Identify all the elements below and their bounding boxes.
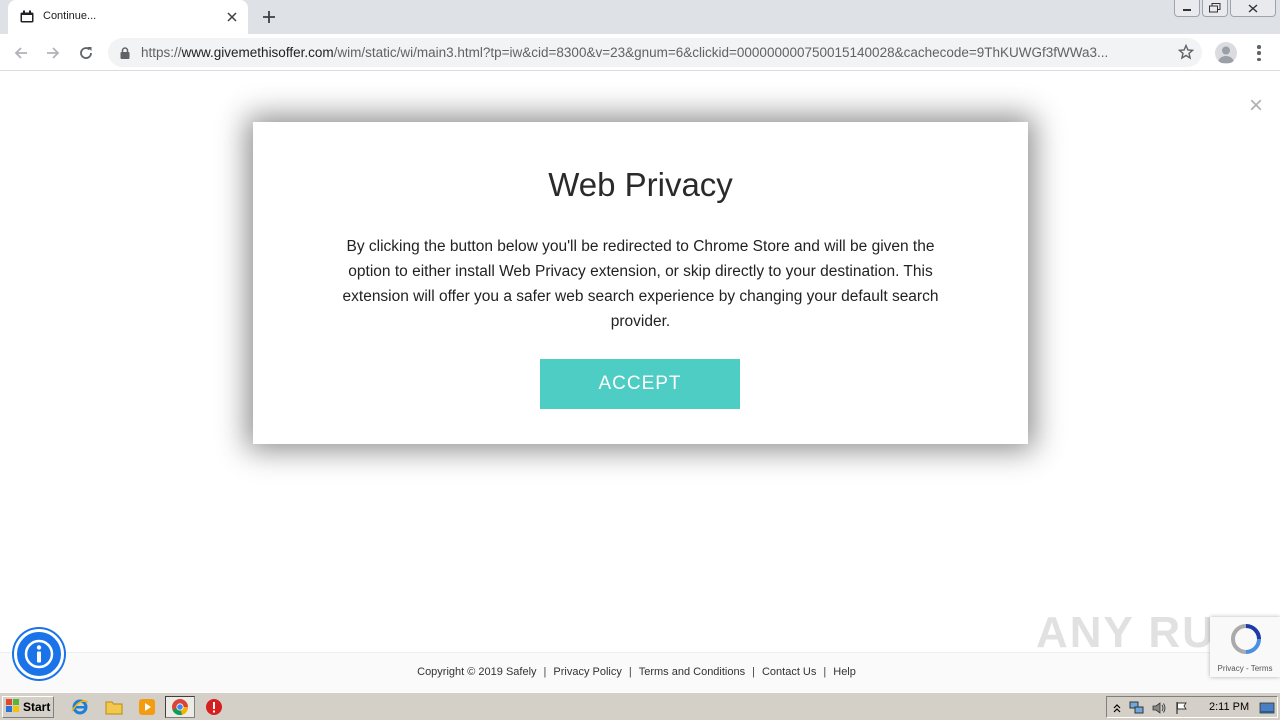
recaptcha-badge: Privacy - Terms — [1210, 617, 1280, 677]
reload-icon[interactable] — [73, 40, 99, 66]
lock-icon[interactable] — [120, 46, 130, 64]
show-desktop-icon[interactable] — [1259, 700, 1275, 716]
accept-button[interactable]: ACCEPT — [540, 359, 740, 409]
window-close-icon[interactable] — [1230, 0, 1276, 17]
network-icon[interactable] — [1129, 700, 1145, 716]
footer-link-privacy-policy[interactable]: Privacy Policy — [546, 666, 628, 678]
window-controls — [1174, 0, 1276, 18]
modal-description: By clicking the button below you'll be r… — [342, 238, 939, 330]
page-footer: Copyright © 2019 Safely | Privacy Policy | T… — [0, 652, 1280, 692]
page-content: × Web Privacy By clicking the button bel… — [0, 72, 1280, 692]
footer-link-contact[interactable]: Contact Us — [755, 666, 823, 678]
tray-expand-icon[interactable] — [1109, 700, 1125, 716]
tab-title: Continue... — [43, 10, 97, 22]
system-tray: 2:11 PM — [1106, 696, 1278, 718]
bookmark-star-icon[interactable] — [1177, 43, 1195, 65]
browser-toolbar: https://www.givemethisoffer.com/wim/stat… — [0, 34, 1280, 71]
recaptcha-logo-icon — [1230, 623, 1262, 660]
taskbar-clock[interactable]: 2:11 PM — [1209, 701, 1249, 713]
volume-icon[interactable] — [1151, 700, 1167, 716]
action-center-flag-icon[interactable] — [1174, 700, 1190, 716]
footer-link-terms[interactable]: Terms and Conditions — [632, 666, 752, 678]
address-bar[interactable]: https://www.givemethisoffer.com/wim/stat… — [108, 38, 1202, 67]
profile-avatar-icon[interactable] — [1215, 42, 1237, 64]
url-text[interactable]: https://www.givemethisoffer.com/wim/stat… — [141, 45, 1161, 60]
web-privacy-modal: Web Privacy By clicking the button below… — [253, 122, 1028, 444]
url-scheme: https:// — [141, 45, 182, 60]
start-button[interactable]: Start — [2, 696, 54, 718]
page-close-icon[interactable]: × — [1246, 94, 1266, 118]
recaptcha-links[interactable]: Privacy - Terms — [1210, 664, 1280, 673]
footer-link-help[interactable]: Help — [826, 666, 863, 678]
chrome-taskbar-icon[interactable] — [165, 696, 195, 718]
browser-menu-icon[interactable] — [1250, 43, 1268, 63]
start-label: Start — [23, 700, 51, 714]
minimize-icon[interactable] — [1174, 0, 1200, 17]
url-path: /wim/static/wi/main3.html?tp=iw&cid=8300… — [333, 45, 1109, 60]
tab-close-icon[interactable] — [224, 9, 240, 25]
forward-arrow-icon[interactable] — [40, 40, 66, 66]
media-player-icon[interactable] — [137, 697, 157, 717]
restore-icon[interactable] — [1202, 0, 1228, 17]
browser-tab[interactable]: Continue... — [8, 0, 248, 34]
back-arrow-icon[interactable] — [8, 40, 34, 66]
new-tab-icon[interactable] — [260, 8, 278, 26]
browser-tabstrip: Continue... — [0, 0, 1280, 34]
windows-logo-icon — [6, 699, 20, 715]
stop-sign-icon[interactable] — [204, 697, 224, 717]
page-favicon-icon — [20, 10, 34, 23]
info-icon[interactable] — [14, 629, 64, 679]
footer-copyright: Copyright © 2019 Safely — [417, 666, 537, 678]
url-host: www.givemethisoffer.com — [181, 45, 334, 60]
footer-links: Copyright © 2019 Safely | Privacy Policy | T… — [0, 666, 1280, 678]
internet-explorer-icon[interactable] — [70, 697, 90, 717]
modal-title: Web Privacy — [548, 166, 733, 203]
file-explorer-icon[interactable] — [104, 697, 124, 717]
windows-taskbar: Start 2:11 PM — [0, 692, 1280, 720]
